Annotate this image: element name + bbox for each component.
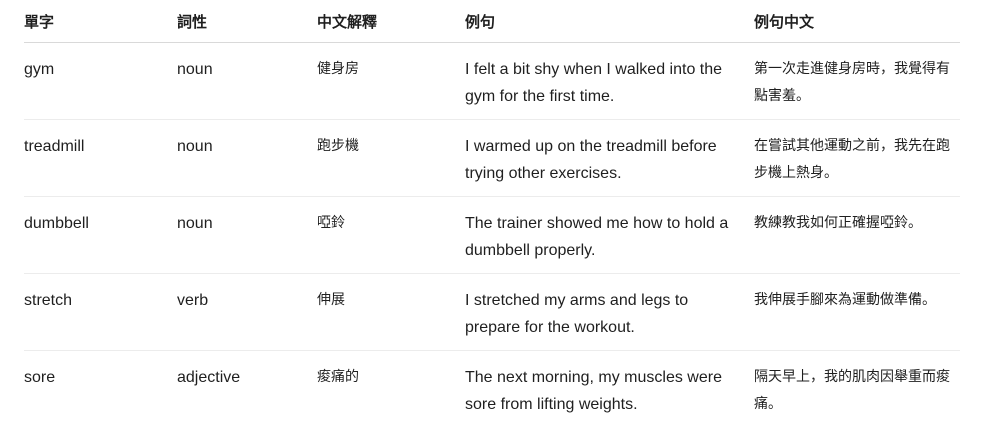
cell-chinese-meaning: 痠痛的	[317, 369, 359, 385]
cell-part-of-speech: adjective	[177, 369, 241, 386]
cell-word: stretch	[24, 273, 177, 351]
header-chinese-meaning: 中文解釋	[317, 0, 465, 43]
table-row: stretch verb 伸展 I stretched my arms and …	[24, 273, 960, 351]
table-row: dumbbell noun 啞鈴 The trainer showed me h…	[24, 196, 960, 274]
header-row: 單字 詞性 中文解釋 例句 例句中文	[24, 0, 960, 43]
cell-example-sentence: The trainer showed me how to hold a dumb…	[465, 196, 754, 274]
table-body: gym noun 健身房 I felt a bit shy when I wal…	[24, 42, 960, 428]
header-example-translation: 例句中文	[754, 0, 960, 43]
cell-part-of-speech: noun	[177, 119, 317, 197]
cell-chinese-meaning: 啞鈴	[317, 196, 465, 274]
cell-part-of-speech: noun	[177, 42, 317, 120]
cell-word: dumbbell	[24, 196, 177, 274]
cell-part-of-speech: verb	[177, 273, 317, 351]
header-example-sentence: 例句	[465, 0, 754, 43]
table-row: gym noun 健身房 I felt a bit shy when I wal…	[24, 42, 960, 120]
cell-word: treadmill	[24, 119, 177, 197]
cell-example-sentence: The next morning, my muscles were sore f…	[465, 369, 722, 413]
cell-example-translation: 在嘗試其他運動之前，我先在跑步機上熱身。	[754, 119, 960, 197]
cell-chinese-meaning: 伸展	[317, 273, 465, 351]
cell-example-translation: 教練教我如何正確握啞鈴。	[754, 196, 960, 274]
table-row: sore adjective 痠痛的 The next morning, my …	[24, 351, 960, 428]
cell-chinese-meaning: 跑步機	[317, 119, 465, 197]
cell-example-sentence: I warmed up on the treadmill before tryi…	[465, 119, 754, 197]
vocabulary-table: 單字 詞性 中文解釋 例句 例句中文 gym noun 健身房 I felt a…	[24, 0, 960, 428]
cell-example-sentence: I stretched my arms and legs to prepare …	[465, 273, 754, 351]
cell-example-translation: 我伸展手腳來為運動做準備。	[754, 273, 960, 351]
cell-example-translation: 第一次走進健身房時，我覺得有點害羞。	[754, 42, 960, 120]
cell-part-of-speech: noun	[177, 196, 317, 274]
table-header: 單字 詞性 中文解釋 例句 例句中文	[24, 0, 960, 43]
cell-example-translation: 隔天早上，我的肌肉因舉重而痠痛。	[754, 369, 950, 412]
header-word: 單字	[24, 0, 177, 43]
table-row: treadmill noun 跑步機 I warmed up on the tr…	[24, 119, 960, 197]
cell-word: gym	[24, 42, 177, 120]
cell-example-sentence: I felt a bit shy when I walked into the …	[465, 42, 754, 120]
cell-chinese-meaning: 健身房	[317, 42, 465, 120]
cell-word: sore	[24, 369, 56, 386]
header-part-of-speech: 詞性	[177, 0, 317, 43]
